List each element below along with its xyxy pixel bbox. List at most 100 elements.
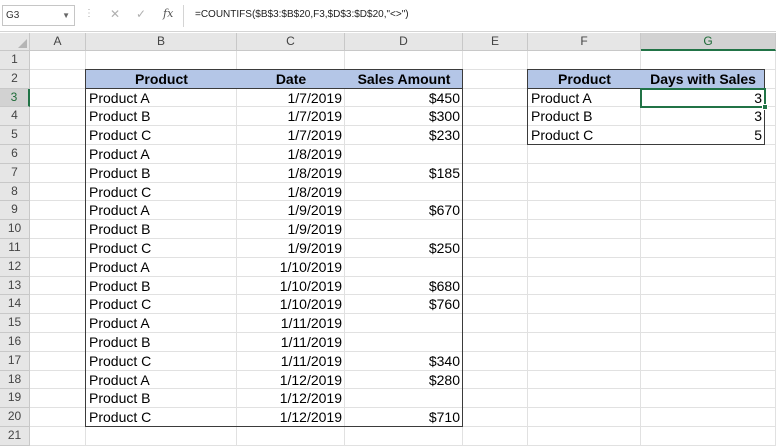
date-cell[interactable]: 1/8/2019 <box>237 183 345 202</box>
date-cell[interactable]: 1/7/2019 <box>237 89 345 108</box>
date-cell[interactable]: 1/7/2019 <box>237 107 345 126</box>
product-cell[interactable]: Product B <box>86 220 237 239</box>
date-cell[interactable]: 1/7/2019 <box>237 126 345 145</box>
row-header-16[interactable]: 16 <box>0 333 30 352</box>
row-header-7[interactable]: 7 <box>0 163 30 183</box>
header-date[interactable]: Date <box>237 69 345 89</box>
product-cell[interactable]: Product A <box>86 201 237 220</box>
summary-product-cell[interactable]: Product C <box>528 126 641 145</box>
date-cell[interactable]: 1/9/2019 <box>237 239 345 258</box>
date-cell[interactable]: 1/11/2019 <box>237 333 345 352</box>
summary-days-cell[interactable]: 5 <box>641 126 765 145</box>
date-cell[interactable]: 1/8/2019 <box>237 145 345 164</box>
row-header-6[interactable]: 6 <box>0 145 30 164</box>
row-header-5[interactable]: 5 <box>0 126 30 145</box>
row-header-21[interactable]: 21 <box>0 427 30 446</box>
header-product[interactable]: Product <box>86 69 237 89</box>
column-header-f[interactable]: F <box>528 33 641 51</box>
summary-days-cell[interactable]: 3 <box>641 89 765 108</box>
amount-cell[interactable] <box>345 314 463 333</box>
row-header-14[interactable]: 14 <box>0 295 30 315</box>
close-icon[interactable]: ✕ <box>110 7 120 21</box>
column-header-a[interactable]: A <box>30 33 86 51</box>
row-header-11[interactable]: 11 <box>0 239 30 258</box>
date-cell[interactable]: 1/10/2019 <box>237 258 345 277</box>
row-header-2[interactable]: 2 <box>0 69 30 89</box>
amount-cell[interactable]: $230 <box>345 126 463 145</box>
amount-cell[interactable]: $670 <box>345 201 463 220</box>
amount-cell[interactable] <box>345 333 463 352</box>
name-box[interactable]: G3 ▼ <box>2 5 75 26</box>
product-cell[interactable]: Product C <box>86 239 237 258</box>
row-header-18[interactable]: 18 <box>0 370 30 390</box>
summary-product-cell[interactable]: Product A <box>528 89 641 108</box>
column-header-b[interactable]: B <box>86 33 237 51</box>
fx-icon[interactable]: fx <box>163 7 173 20</box>
row-header-1[interactable]: 1 <box>0 51 30 70</box>
amount-cell[interactable] <box>345 258 463 277</box>
row-header-17[interactable]: 17 <box>0 351 30 371</box>
amount-cell[interactable]: $680 <box>345 277 463 296</box>
product-cell[interactable]: Product C <box>86 408 237 427</box>
check-icon[interactable]: ✓ <box>136 7 146 21</box>
row-header-12[interactable]: 12 <box>0 257 30 277</box>
header-sales-amount[interactable]: Sales Amount <box>345 69 463 89</box>
row-header-3[interactable]: 3 <box>0 88 30 108</box>
column-header-d[interactable]: D <box>345 33 463 51</box>
header-summary-product[interactable]: Product <box>528 69 641 89</box>
date-cell[interactable]: 1/9/2019 <box>237 220 345 239</box>
row-header-15[interactable]: 15 <box>0 314 30 333</box>
row-header-20[interactable]: 20 <box>0 408 30 427</box>
product-cell[interactable]: Product B <box>86 164 237 183</box>
product-cell[interactable]: Product A <box>86 145 237 164</box>
product-cell[interactable]: Product B <box>86 389 237 408</box>
column-header-c[interactable]: C <box>237 33 345 51</box>
select-all-button[interactable] <box>0 33 30 51</box>
date-cell[interactable]: 1/10/2019 <box>237 277 345 296</box>
amount-cell[interactable]: $185 <box>345 164 463 183</box>
date-cell[interactable]: 1/11/2019 <box>237 314 345 333</box>
date-cell[interactable]: 1/12/2019 <box>237 371 345 390</box>
date-cell[interactable]: 1/10/2019 <box>237 295 345 314</box>
product-cell[interactable]: Product B <box>86 277 237 296</box>
amount-cell[interactable]: $340 <box>345 352 463 371</box>
product-cell[interactable]: Product C <box>86 126 237 145</box>
summary-product-cell[interactable]: Product B <box>528 107 641 126</box>
chevron-down-icon[interactable]: ▼ <box>62 6 70 25</box>
fill-handle[interactable] <box>762 104 768 111</box>
product-cell[interactable]: Product B <box>86 107 237 126</box>
amount-cell[interactable]: $760 <box>345 295 463 314</box>
product-cell[interactable]: Product A <box>86 371 237 390</box>
product-cell[interactable]: Product C <box>86 295 237 314</box>
amount-cell[interactable]: $280 <box>345 371 463 390</box>
amount-cell[interactable]: $450 <box>345 89 463 108</box>
amount-cell[interactable] <box>345 220 463 239</box>
amount-cell[interactable] <box>345 389 463 408</box>
row-header-4[interactable]: 4 <box>0 107 30 127</box>
date-cell[interactable]: 1/8/2019 <box>237 164 345 183</box>
product-cell[interactable]: Product A <box>86 314 237 333</box>
product-cell[interactable]: Product A <box>86 258 237 277</box>
column-header-g[interactable]: G <box>641 33 776 51</box>
amount-cell[interactable]: $300 <box>345 107 463 126</box>
row-header-9[interactable]: 9 <box>0 201 30 221</box>
amount-cell[interactable]: $710 <box>345 408 463 427</box>
date-cell[interactable]: 1/11/2019 <box>237 352 345 371</box>
product-cell[interactable]: Product C <box>86 352 237 371</box>
date-cell[interactable]: 1/12/2019 <box>237 389 345 408</box>
row-header-8[interactable]: 8 <box>0 182 30 202</box>
date-cell[interactable]: 1/12/2019 <box>237 408 345 427</box>
row-header-10[interactable]: 10 <box>0 220 30 239</box>
row-header-13[interactable]: 13 <box>0 276 30 296</box>
column-header-e[interactable]: E <box>463 33 528 51</box>
more-options-icon[interactable]: ⋮ <box>84 8 94 19</box>
amount-cell[interactable] <box>345 145 463 164</box>
header-days-with-sales[interactable]: Days with Sales <box>641 69 765 89</box>
amount-cell[interactable] <box>345 183 463 202</box>
amount-cell[interactable]: $250 <box>345 239 463 258</box>
summary-days-cell[interactable]: 3 <box>641 107 765 126</box>
product-cell[interactable]: Product A <box>86 89 237 108</box>
row-header-19[interactable]: 19 <box>0 389 30 409</box>
formula-input[interactable]: =COUNTIFS($B$3:$B$20,F3,$D$3:$D$20,"<>") <box>195 9 409 20</box>
product-cell[interactable]: Product C <box>86 183 237 202</box>
